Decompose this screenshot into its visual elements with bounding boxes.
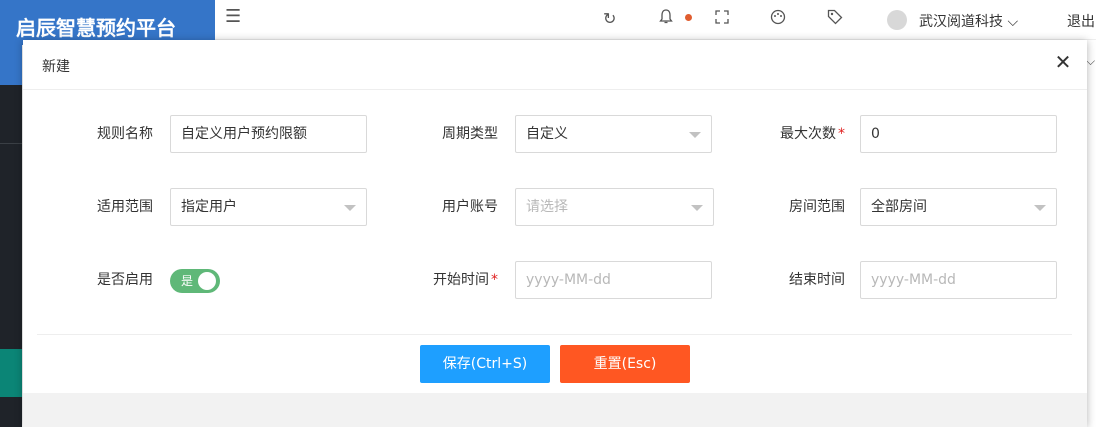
close-icon[interactable]: ✕ [1053, 52, 1073, 72]
required-mark: * [838, 126, 845, 142]
enabled-label: 是否启用 [97, 272, 153, 288]
scope-value: 指定用户 [181, 199, 237, 215]
sidebar [0, 45, 22, 427]
rule-name-input[interactable]: 自定义用户预约限额 [170, 115, 367, 153]
room-scope-value: 全部房间 [871, 199, 927, 215]
start-time-input[interactable]: yyyy-MM-dd [515, 261, 712, 299]
room-scope-select[interactable]: 全部房间 [860, 188, 1057, 226]
end-time-input[interactable]: yyyy-MM-dd [860, 261, 1057, 299]
user-menu[interactable]: 武汉阅道科技 ⌵ [919, 11, 1018, 31]
user-name: 武汉阅道科技 [919, 14, 1003, 30]
user-account-placeholder: 请选择 [526, 199, 568, 215]
start-time-label: 开始时间 * [433, 272, 498, 288]
bell-icon[interactable] [659, 9, 673, 29]
sidebar-active-block [0, 45, 22, 85]
save-button[interactable]: 保存(Ctrl+S) [420, 345, 550, 383]
sidebar-item-active[interactable] [0, 349, 22, 397]
toggle-text: 是 [181, 274, 194, 288]
dialog-title: 新建 [42, 59, 70, 75]
period-type-select[interactable]: 自定义 [515, 115, 712, 153]
user-account-select[interactable]: 请选择 [515, 188, 714, 226]
refresh-icon[interactable]: ↻ [603, 9, 616, 28]
period-type-value: 自定义 [526, 126, 568, 142]
scope-label: 适用范围 [97, 199, 153, 215]
max-times-label: 最大次数 * [780, 126, 845, 142]
scope-select[interactable]: 指定用户 [170, 188, 367, 226]
room-scope-label: 房间范围 [789, 199, 845, 215]
notification-dot [685, 14, 692, 21]
dialog-footer-background [23, 393, 1087, 427]
toggle-knob [198, 272, 216, 290]
dialog-divider [37, 334, 1072, 335]
dropdown-caret-icon [691, 205, 703, 211]
sidebar-divider [0, 143, 22, 144]
avatar[interactable] [887, 10, 907, 30]
dropdown-caret-icon [689, 132, 701, 138]
menu-fold-icon[interactable]: ☰ [225, 6, 241, 27]
new-rule-dialog: 新建 ✕ 规则名称 自定义用户预约限额 周期类型 自定义 最大次数 * 0 适用范… [23, 40, 1087, 427]
logout-link[interactable]: 退出 [1067, 11, 1095, 31]
dialog-header: 新建 ✕ [23, 40, 1087, 90]
top-header: ☰ ↻ 武汉阅道科技 ⌵ 退出 [215, 0, 1096, 40]
app-logo: 启辰智慧预约平台 [0, 0, 215, 45]
reset-button[interactable]: 重置(Esc) [560, 345, 690, 383]
chevron-down-icon: ⌵ [1007, 14, 1019, 30]
end-time-label: 结束时间 [789, 272, 845, 288]
tag-icon[interactable] [827, 9, 843, 29]
dropdown-caret-icon [344, 205, 356, 211]
dropdown-caret-icon [1034, 205, 1046, 211]
theme-icon[interactable] [770, 9, 786, 29]
fullscreen-icon[interactable] [715, 9, 729, 28]
enabled-toggle[interactable]: 是 [170, 269, 220, 293]
max-times-input[interactable]: 0 [860, 115, 1057, 153]
user-account-label: 用户账号 [442, 199, 498, 215]
required-mark: * [491, 272, 498, 288]
rule-name-label: 规则名称 [97, 126, 153, 142]
chevron-down-icon[interactable]: ⌵ [1086, 54, 1096, 74]
period-type-label: 周期类型 [442, 126, 498, 142]
